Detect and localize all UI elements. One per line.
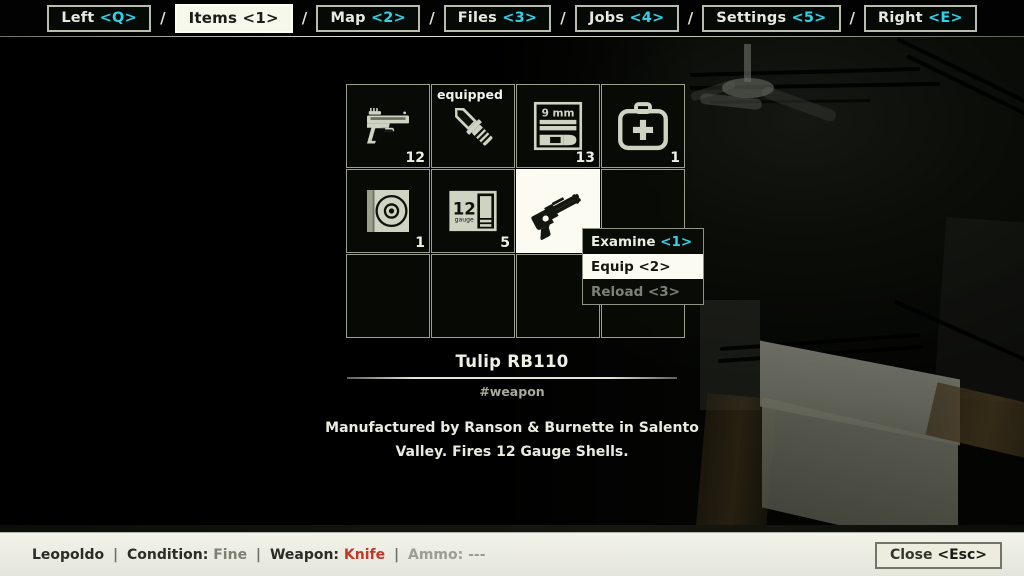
context-menu-label: Equip [591, 258, 634, 275]
tab-key-hint: <Q> [99, 10, 137, 26]
context-menu-label: Reload [591, 283, 644, 300]
close-button-label: Close [889, 547, 933, 563]
context-menu-key-hint: <2> [638, 258, 671, 275]
item-quantity: 12 [405, 150, 425, 166]
close-button[interactable]: Close <Esc> [874, 542, 1002, 569]
tab-label: Jobs [589, 10, 625, 26]
status-bar-shadow [0, 525, 1024, 532]
inventory-slot-empty-10[interactable] [431, 254, 515, 338]
item-description-panel: Tulip RB110 #weapon Manufactured by Rans… [300, 352, 724, 464]
status-character-name: Leopoldo [32, 546, 105, 563]
item-quantity: 13 [575, 150, 595, 166]
inventory-slot-pistol[interactable]: 12 [346, 84, 430, 168]
inventory-slot-9mm-ammo[interactable]: 9 mm 13 [516, 84, 600, 168]
status-separator: | [251, 546, 266, 563]
tab-items[interactable]: Items <1> [174, 3, 293, 33]
svg-text:9 mm: 9 mm [542, 107, 575, 119]
tab-label: Map [330, 10, 366, 26]
item-quantity: 5 [500, 235, 510, 251]
status-separator: | [389, 546, 404, 563]
tab-separator: / [687, 9, 694, 27]
tab-label: Right [878, 10, 923, 26]
context-menu-equip[interactable]: Equip <2> [583, 254, 703, 279]
context-menu-examine[interactable]: Examine <1> [583, 229, 703, 254]
close-button-key-hint: <Esc> [937, 547, 987, 563]
item-title: Tulip RB110 [455, 352, 569, 371]
status-condition-value: Fine [213, 546, 248, 563]
item-tag: #weapon [479, 384, 545, 399]
title-divider [347, 377, 677, 379]
tab-right[interactable]: Right <E> [864, 4, 977, 32]
tab-key-hint: <5> [791, 10, 827, 26]
navigation-tab-bar: Left <Q> / Items <1> / Map <2> / Files <3> / Job… [0, 0, 1024, 36]
tab-label: Items [188, 9, 238, 27]
tab-key-hint: <3> [502, 10, 538, 26]
inventory-slot-empty-9[interactable] [346, 254, 430, 338]
item-quantity: 1 [670, 150, 680, 166]
item-quantity: 1 [415, 235, 425, 251]
item-description-text: Manufactured by Ranson & Burnette in Sal… [325, 420, 699, 461]
context-menu-reload: Reload <3> [583, 279, 703, 304]
item-context-menu: Examine <1> Equip <2> Reload <3> [582, 228, 704, 305]
tab-key-hint: <2> [370, 10, 406, 26]
status-bar: Leopoldo | Condition: Fine | Weapon: Kni… [0, 532, 1024, 576]
status-condition-label: Condition: [127, 546, 209, 563]
inventory-slot-knife[interactable]: equipped [431, 84, 515, 168]
tab-separator: / [301, 9, 308, 27]
tab-map[interactable]: Map <2> [316, 4, 421, 32]
status-text: Leopoldo | Condition: Fine | Weapon: Kni… [32, 547, 486, 563]
tab-separator: / [160, 9, 166, 27]
status-weapon-value: Knife [343, 546, 386, 563]
svg-text:gauge: gauge [455, 217, 474, 224]
tab-left[interactable]: Left <Q> [47, 4, 152, 32]
status-weapon-label: Weapon: [269, 546, 340, 563]
inventory-slot-first-aid[interactable]: 1 [601, 84, 685, 168]
tab-label: Files [457, 10, 498, 26]
tab-key-hint: <1> [242, 9, 279, 27]
context-menu-key-hint: <3> [647, 283, 680, 300]
tab-separator: / [429, 9, 435, 27]
context-menu-label: Examine [591, 233, 656, 250]
tab-label: Left [61, 10, 95, 26]
tab-jobs[interactable]: Jobs <4> [574, 4, 679, 32]
status-separator: | [108, 546, 123, 563]
tab-files[interactable]: Files <3> [443, 4, 552, 32]
context-menu-key-hint: <1> [660, 233, 693, 250]
status-ammo-value: --- [468, 546, 486, 563]
game-screen: Left <Q> / Items <1> / Map <2> / Files <3> / Job… [0, 0, 1024, 576]
equipped-badge: equipped [437, 87, 503, 102]
inventory-slot-disc[interactable]: 1 [346, 169, 430, 253]
tab-settings[interactable]: Settings <5> [702, 4, 841, 32]
tab-separator: / [849, 9, 856, 27]
tab-key-hint: <E> [928, 10, 963, 26]
tab-separator: / [560, 9, 566, 27]
tab-label: Settings [716, 10, 787, 26]
status-ammo-label: Ammo: [407, 546, 464, 563]
inventory-slot-12-gauge[interactable]: 12 gauge 5 [431, 169, 515, 253]
tab-key-hint: <4> [629, 10, 665, 26]
